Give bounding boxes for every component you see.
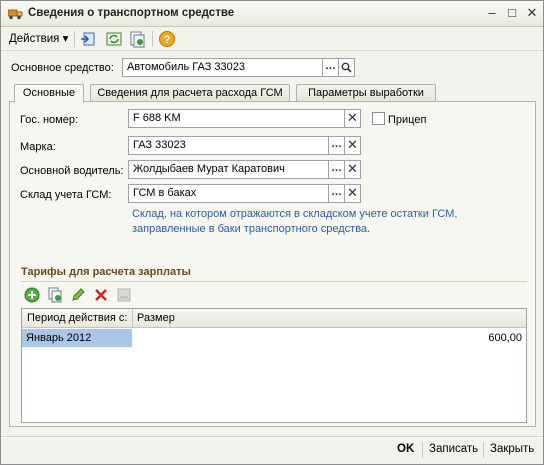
tab-output-params[interactable]: Параметры выработки <box>296 84 436 102</box>
table-row[interactable]: Январь 2012 600,00 <box>22 329 526 347</box>
end-edit-icon <box>117 288 131 302</box>
chevron-down-icon: ▾ <box>62 33 69 45</box>
refresh-icon[interactable] <box>105 30 123 48</box>
column-header-size[interactable]: Размер <box>137 312 175 324</box>
close-button[interactable]: Закрыть <box>490 443 534 455</box>
ok-button[interactable]: OK <box>397 443 414 455</box>
driver-label: Основной водитель: <box>20 165 124 177</box>
select-button[interactable]: … <box>322 58 339 77</box>
footer-divider <box>1 436 543 437</box>
clear-button[interactable]: ✕ <box>344 136 361 155</box>
marka-label: Марка: <box>20 141 56 153</box>
toolbar: Действия ▾ ? <box>1 27 543 51</box>
clear-button[interactable]: ✕ <box>344 160 361 179</box>
minimize-button[interactable]: – <box>485 6 499 20</box>
window-title: Сведения о транспортном средстве <box>28 7 235 19</box>
close-window-button[interactable]: ✕ <box>525 6 539 20</box>
trailer-label: Прицеп <box>388 114 427 126</box>
trailer-checkbox[interactable] <box>372 112 385 125</box>
toolbar-separator <box>74 31 75 47</box>
row-period-cell[interactable]: Январь 2012 <box>22 329 132 347</box>
tariffs-table[interactable]: Период действия с: Размер Январь 2012 60… <box>21 308 527 423</box>
toolbar-separator <box>152 31 153 47</box>
warehouse-hint: Склад, на котором отражаются в складском… <box>132 208 458 235</box>
gos-nomer-field[interactable]: F 688 KM <box>128 109 345 128</box>
warehouse-label: Склад учета ГСМ: <box>20 189 112 201</box>
select-button[interactable]: … <box>328 136 345 155</box>
marka-field[interactable]: ГАЗ 33023 <box>128 136 329 155</box>
column-separator <box>132 309 133 328</box>
edit-icon[interactable] <box>70 287 86 303</box>
add-icon[interactable] <box>24 287 40 303</box>
select-button[interactable]: … <box>328 160 345 179</box>
warehouse-field[interactable]: ГСМ в баках <box>128 184 329 203</box>
main-asset-label: Основное средство: <box>11 62 114 74</box>
copy-document-icon[interactable] <box>128 30 146 48</box>
copy-row-icon[interactable] <box>47 287 63 303</box>
tariffs-title: Тарифы для расчета зарплаты <box>21 266 191 278</box>
vehicle-icon <box>8 9 23 20</box>
svg-text:?: ? <box>164 34 171 46</box>
save-button[interactable]: Записать <box>429 443 478 455</box>
tab-main[interactable]: Основные <box>14 84 84 103</box>
post-exit-icon[interactable] <box>79 30 97 48</box>
clear-button[interactable]: ✕ <box>344 109 361 128</box>
column-header-period[interactable]: Период действия с: <box>27 312 127 324</box>
maximize-button[interactable]: □ <box>505 6 519 20</box>
clear-button[interactable]: ✕ <box>344 184 361 203</box>
driver-field[interactable]: Жолдыбаев Мурат Каратович <box>128 160 329 179</box>
section-divider <box>21 281 527 282</box>
tab-fuel-info[interactable]: Сведения для расчета расхода ГСМ <box>90 84 290 102</box>
actions-menu[interactable]: Действия ▾ <box>9 31 68 45</box>
search-button[interactable] <box>338 58 355 77</box>
delete-icon[interactable] <box>93 287 109 303</box>
search-icon <box>341 62 352 73</box>
title-bar: Сведения о транспортном средстве – □ ✕ <box>1 1 543 27</box>
table-header: Период действия с: Размер <box>22 309 526 328</box>
help-icon[interactable]: ? <box>158 30 176 48</box>
select-button[interactable]: … <box>328 184 345 203</box>
footer-separator <box>422 442 423 458</box>
footer-separator <box>483 442 484 458</box>
main-asset-field[interactable]: Автомобиль ГАЗ 33023 <box>122 58 323 77</box>
row-size-cell[interactable]: 600,00 <box>488 332 522 344</box>
gos-nomer-label: Гос. номер: <box>20 114 78 126</box>
actions-label: Действия <box>9 33 60 45</box>
vehicle-window: Сведения о транспортном средстве – □ ✕ Д… <box>0 0 544 465</box>
